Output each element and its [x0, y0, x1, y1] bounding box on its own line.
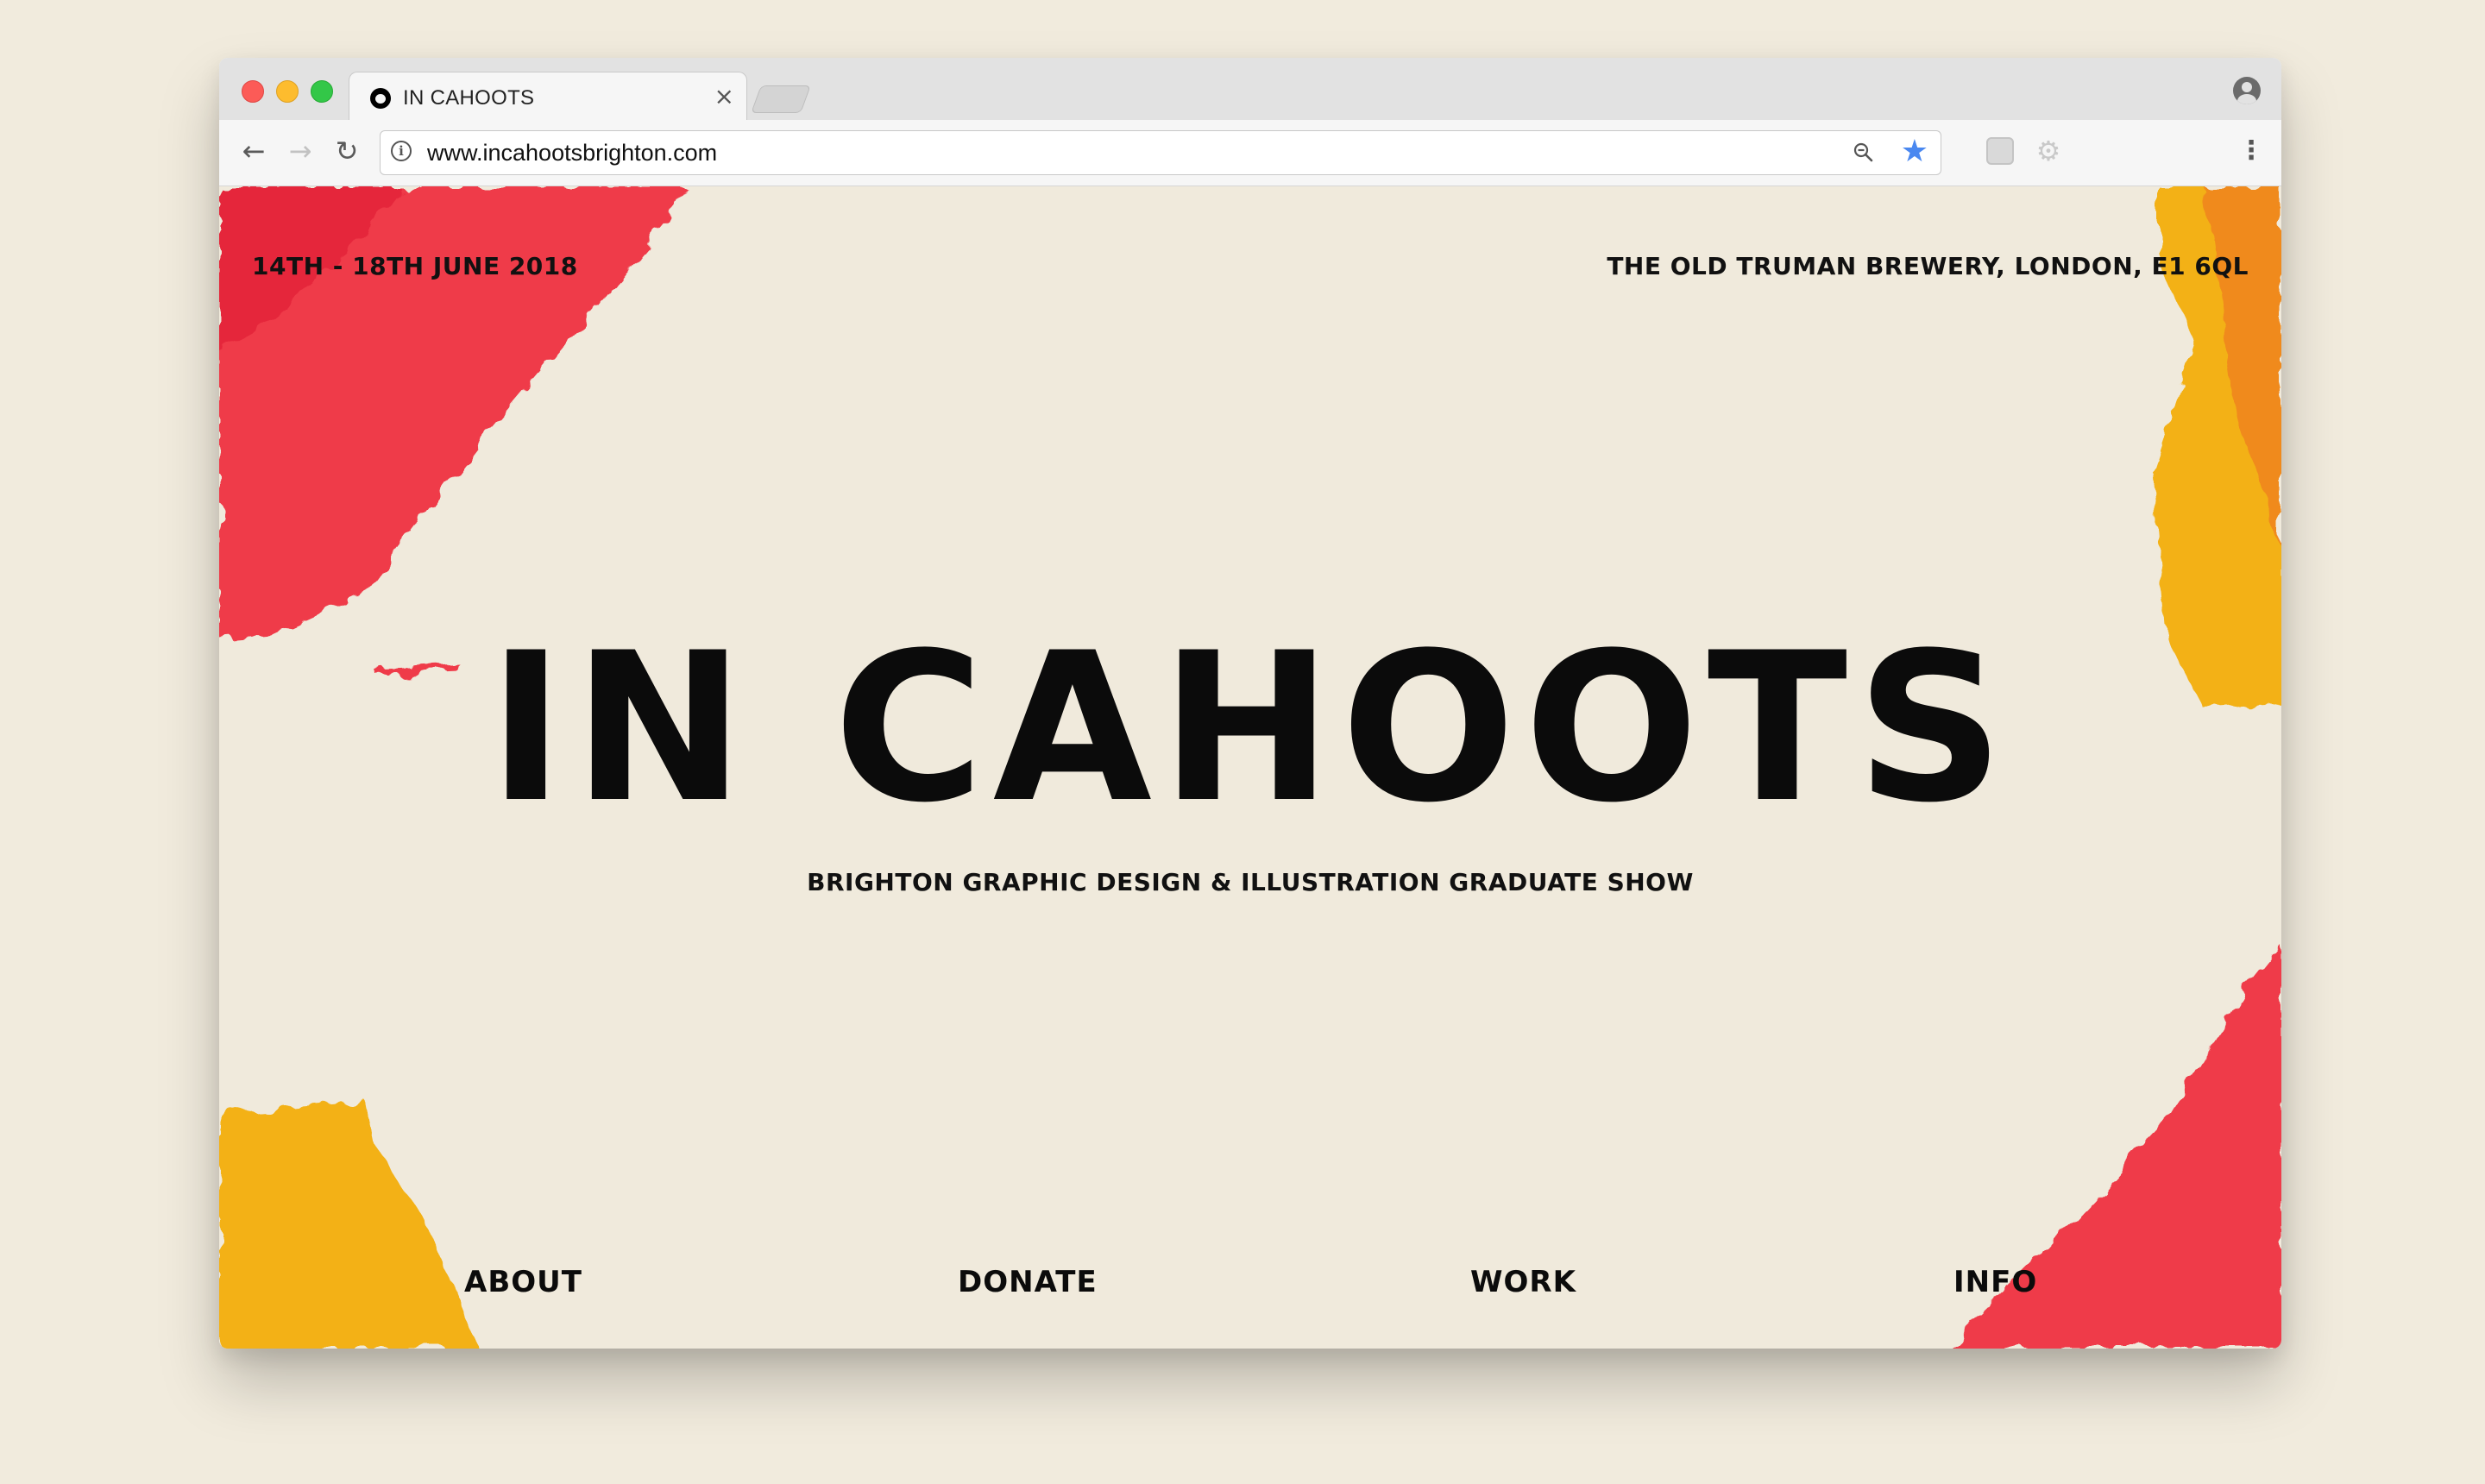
browser-tab[interactable]: IN CAHOOTS ×	[349, 72, 747, 123]
nav-about-link[interactable]: ABOUT	[464, 1265, 582, 1299]
maximize-window-button[interactable]	[311, 80, 333, 103]
extension-icon[interactable]	[1986, 137, 2014, 165]
address-bar[interactable]: i www.incahootsbrighton.com ★	[380, 130, 1941, 175]
reload-button[interactable]: ↻	[330, 134, 364, 168]
minimize-window-button[interactable]	[276, 80, 299, 103]
browser-toolbar: ← → ↻ i www.incahootsbrighton.com ★ ⚙ ⋮	[219, 120, 2281, 186]
page-viewport: 14TH - 18TH JUNE 2018 THE OLD TRUMAN BRE…	[219, 186, 2281, 1349]
bookmark-star-icon[interactable]: ★	[1901, 133, 1928, 171]
hero-subtitle: BRIGHTON GRAPHIC DESIGN & ILLUSTRATION G…	[807, 868, 1694, 896]
event-venue: THE OLD TRUMAN BREWERY, LONDON, E1 6QL	[1607, 252, 2249, 280]
browser-window: IN CAHOOTS × ← → ↻ i www.incahootsbright…	[219, 58, 2281, 1349]
hero-title: IN CAHOOTS	[488, 609, 2013, 848]
profile-icon[interactable]	[2233, 77, 2261, 104]
tab-strip: IN CAHOOTS ×	[219, 58, 2281, 123]
tab-title: IN CAHOOTS	[403, 86, 535, 110]
site-info-icon[interactable]: i	[391, 141, 412, 161]
nav-info-link[interactable]: INFO	[1953, 1265, 2037, 1299]
zoom-icon[interactable]	[1853, 141, 1873, 162]
browser-menu-icon[interactable]: ⋮	[2238, 134, 2264, 168]
back-button[interactable]: ←	[236, 134, 271, 168]
favicon-icon	[370, 88, 391, 109]
url-text[interactable]: www.incahootsbrighton.com	[427, 140, 717, 167]
forward-button[interactable]: →	[283, 134, 318, 168]
nav-work-link[interactable]: WORK	[1470, 1265, 1576, 1299]
new-tab-button[interactable]	[751, 85, 811, 113]
close-window-button[interactable]	[242, 80, 264, 103]
close-tab-icon[interactable]: ×	[714, 83, 734, 110]
react-devtools-icon[interactable]: ⚙	[2035, 137, 2062, 165]
nav-donate-link[interactable]: DONATE	[958, 1265, 1098, 1299]
event-dates: 14TH - 18TH JUNE 2018	[252, 252, 578, 280]
